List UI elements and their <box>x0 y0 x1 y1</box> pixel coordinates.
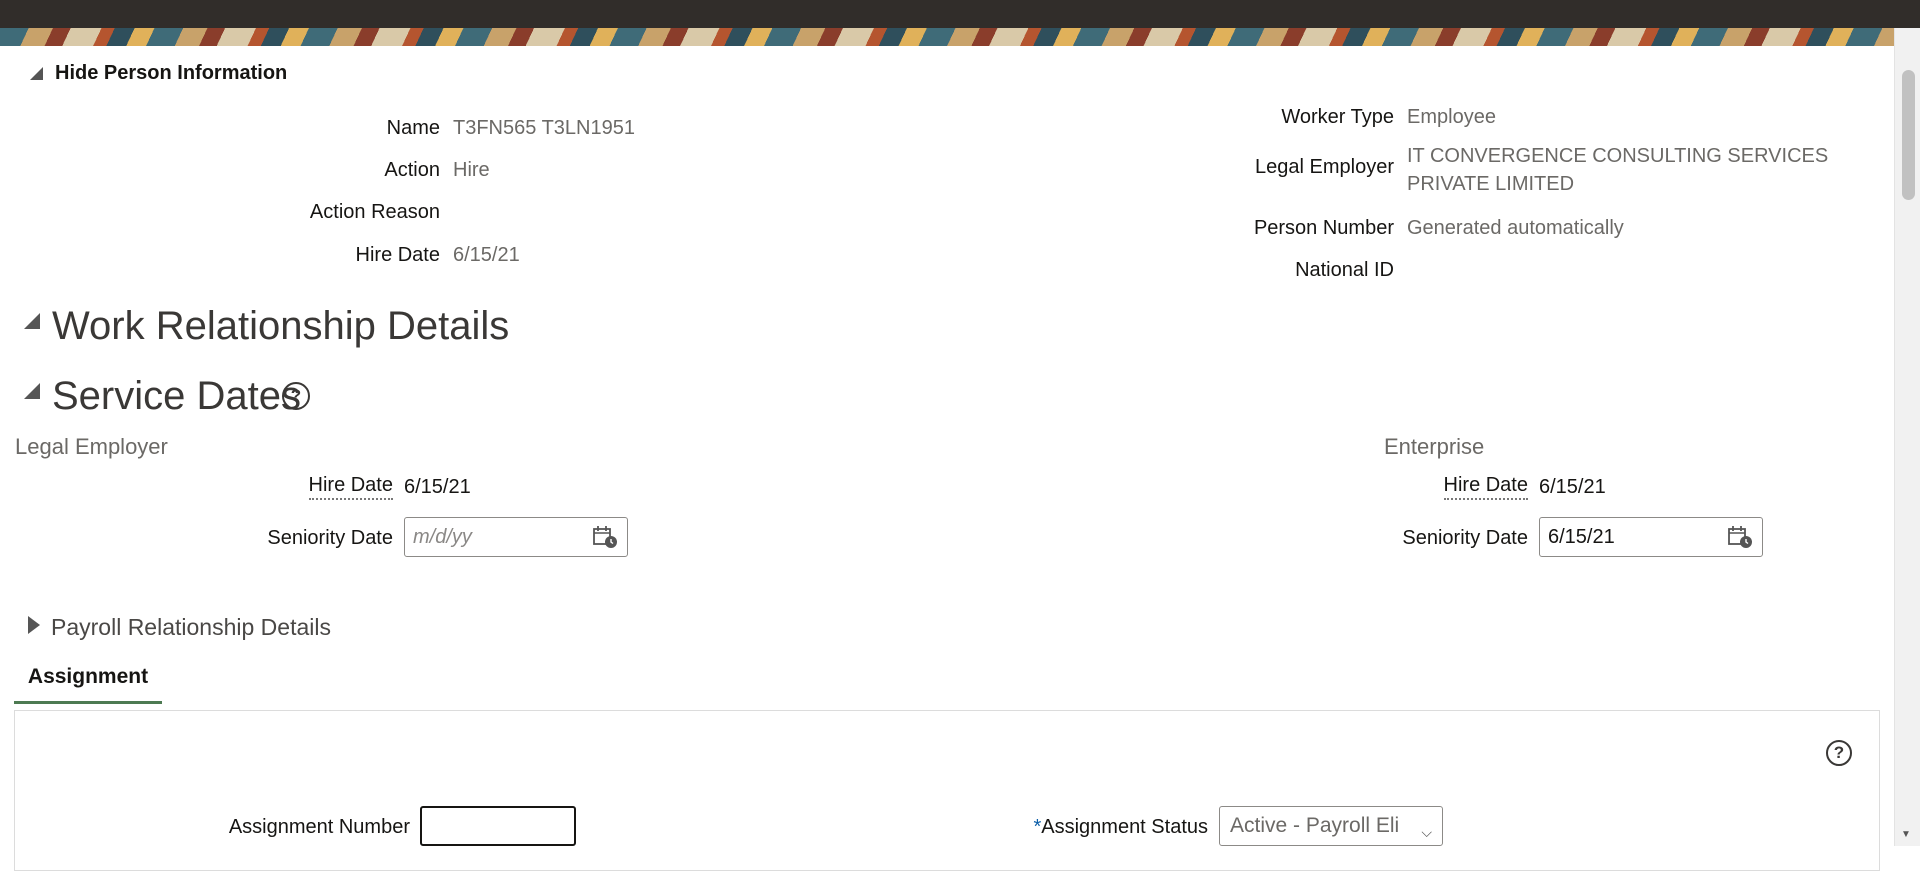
help-circle-icon[interactable]: ? <box>282 382 310 410</box>
assignment-status-value: Active - Payroll Eli <box>1230 814 1400 837</box>
hide-person-information-label: Hide Person Information <box>55 62 288 84</box>
person-number-value: Generated automatically <box>1407 217 1624 239</box>
hire-date-label: Hire Date <box>355 244 440 266</box>
assignment-number-label: Assignment Number <box>228 816 410 838</box>
enterprise-heading: Enterprise <box>1384 434 1485 459</box>
worker-type-value: Employee <box>1407 106 1496 128</box>
action-label: Action <box>384 159 440 181</box>
scrollbar-thumb[interactable] <box>1902 70 1915 200</box>
le-hire-date-label[interactable]: Hire Date <box>308 474 393 500</box>
help-circle-icon[interactable]: ? <box>1826 740 1852 766</box>
action-value: Hire <box>453 159 490 181</box>
assignment-status-select[interactable]: Active - Payroll Eli ⌵ <box>1219 806 1443 846</box>
expand-triangle-icon <box>28 616 40 634</box>
le-hire-date-value: 6/15/21 <box>404 476 471 498</box>
assignment-number-input[interactable] <box>420 806 576 846</box>
ent-seniority-date-label: Seniority Date <box>1402 527 1528 549</box>
worker-type-label: Worker Type <box>1281 106 1394 128</box>
hire-date-value: 6/15/21 <box>453 244 520 266</box>
le-hire-date-label-wrap[interactable]: Hire Date <box>200 474 393 500</box>
legal-employer-heading: Legal Employer <box>15 434 168 459</box>
action-reason-label: Action Reason <box>309 201 440 223</box>
calendar-icon[interactable] <box>1727 525 1753 549</box>
top-bar <box>0 0 1920 28</box>
tab-assignment[interactable]: Assignment <box>14 665 162 704</box>
name-label: Name <box>386 117 440 139</box>
header-banner <box>0 28 1894 46</box>
calendar-icon[interactable] <box>592 525 618 549</box>
ent-hire-date-value: 6/15/21 <box>1539 476 1606 498</box>
work-relationship-title: Work Relationship Details <box>52 304 510 348</box>
collapse-triangle-icon <box>24 313 40 329</box>
national-id-label: National ID <box>1295 259 1394 281</box>
le-seniority-date-label: Seniority Date <box>267 527 393 549</box>
ent-seniority-date-field <box>1539 517 1763 557</box>
name-value: T3FN565 T3LN1951 <box>453 117 635 139</box>
scroll-down-arrow-icon[interactable]: ▼ <box>1901 829 1911 840</box>
hide-person-information-toggle[interactable]: Hide Person Information <box>30 62 287 85</box>
collapse-triangle-icon <box>30 67 43 80</box>
collapse-triangle-icon <box>24 383 40 399</box>
chevron-down-icon: ⌵ <box>1421 824 1432 840</box>
payroll-relationship-title: Payroll Relationship Details <box>51 614 331 640</box>
vertical-scrollbar[interactable]: ▼ <box>1894 28 1920 846</box>
ent-hire-date-label-wrap[interactable]: Hire Date <box>1340 474 1528 500</box>
assignment-status-label: Assignment Status <box>1041 816 1208 838</box>
assignment-status-label-wrap: *Assignment Status <box>940 816 1208 839</box>
service-dates-title: Service Dates <box>52 374 301 418</box>
le-seniority-date-field <box>404 517 628 557</box>
person-number-label: Person Number <box>1253 217 1394 239</box>
legal-employer-value-line1: IT CONVERGENCE CONSULTING SERVICES <box>1407 145 1829 167</box>
legal-employer-value: IT CONVERGENCE CONSULTING SERVICES PRIVA… <box>1407 142 1828 198</box>
legal-employer-label: Legal Employer <box>1255 156 1394 178</box>
legal-employer-value-line2: PRIVATE LIMITED <box>1407 173 1575 195</box>
assignment-panel <box>14 710 1880 871</box>
ent-hire-date-label[interactable]: Hire Date <box>1443 474 1528 500</box>
